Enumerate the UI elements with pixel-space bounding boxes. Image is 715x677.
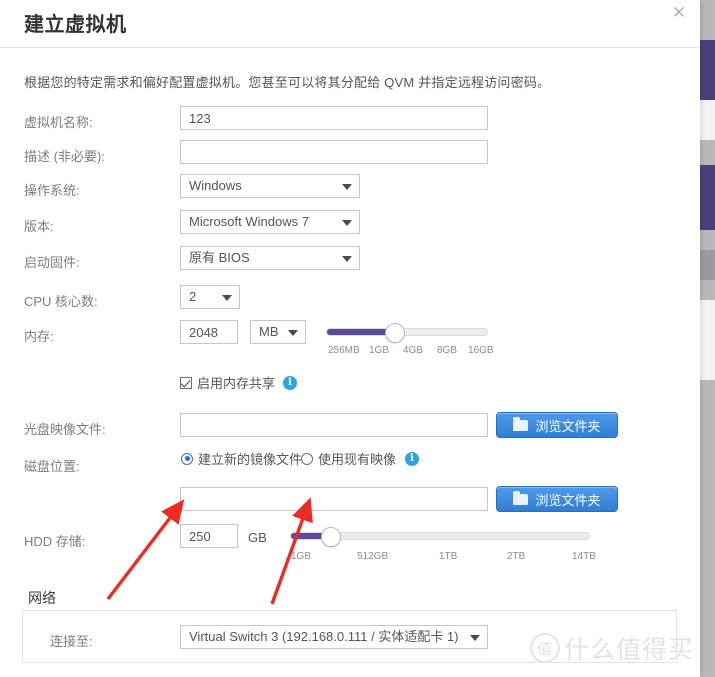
chevron-down-icon — [470, 635, 480, 641]
radio-new-image[interactable]: 建立新的镜像文件 — [181, 449, 302, 468]
version-label: 版本: — [24, 219, 54, 234]
hdd-tick-3: 2TB — [507, 551, 526, 562]
background-page-strip — [700, 0, 715, 677]
network-section-title: 网络 — [28, 590, 56, 606]
close-icon[interactable]: ✕ — [668, 2, 690, 24]
network-connect-select[interactable]: Virtual Switch 3 (192.168.0.111 / 实体适配卡 … — [180, 625, 488, 649]
radio-new-image-label: 建立新的镜像文件 — [198, 452, 303, 467]
memory-tick-1: 1GB — [369, 345, 390, 356]
create-vm-dialog: 建立虚拟机 ✕ 根据您的特定需求和偏好配置虚拟机。您甚至可以将其分配给 QVM … — [0, 0, 700, 677]
hdd-size-input[interactable] — [180, 524, 238, 548]
memory-input[interactable] — [180, 320, 238, 344]
memory-tick-0: 256MB — [328, 345, 360, 356]
hdd-slider[interactable] — [290, 527, 590, 547]
description-input[interactable] — [180, 140, 488, 164]
memory-share-label: 启用内存共享 — [197, 376, 276, 391]
version-select-value: Microsoft Windows 7 — [189, 214, 309, 229]
disk-location-label: 磁盘位置: — [24, 459, 80, 474]
watermark-text: 什么值得买 — [563, 636, 694, 664]
chevron-down-icon — [342, 256, 352, 262]
vm-name-input[interactable] — [180, 106, 488, 130]
hdd-tick-0: 1GB — [291, 551, 312, 562]
radio-existing-image[interactable]: 使用现有映像 i — [301, 449, 420, 468]
watermark-logo: 值 — [529, 633, 560, 663]
vm-name-label: 虚拟机名称: — [24, 115, 93, 130]
watermark: 值 什么值得买 — [529, 630, 694, 666]
firmware-select[interactable]: 原有 BIOS — [180, 246, 360, 270]
cd-image-browse-label: 浏览文件夹 — [535, 418, 601, 434]
radio-existing-image-label: 使用现有映像 — [318, 452, 397, 467]
chevron-down-icon — [288, 330, 298, 336]
cd-image-label: 光盘映像文件: — [24, 422, 106, 437]
memory-slider-knob[interactable] — [385, 323, 406, 343]
version-select[interactable]: Microsoft Windows 7 — [180, 210, 360, 234]
network-connect-value: Virtual Switch 3 (192.168.0.111 / 实体适配卡 … — [189, 629, 459, 644]
memory-tick-4: 16GB — [468, 345, 494, 356]
dialog-header: 建立虚拟机 ✕ — [0, 0, 700, 48]
chevron-down-icon — [342, 184, 352, 190]
folder-icon — [513, 490, 529, 505]
hdd-unit-label: GB — [248, 530, 267, 545]
hdd-tick-1: 512GB — [357, 551, 389, 562]
radio-icon-unselected — [301, 452, 313, 465]
folder-icon — [513, 416, 529, 431]
disk-path-browse-button[interactable]: 浏览文件夹 — [496, 486, 618, 512]
cd-image-browse-button[interactable]: 浏览文件夹 — [496, 412, 618, 438]
page-title: 建立虚拟机 — [24, 14, 127, 36]
memory-tick-3: 8GB — [437, 345, 458, 356]
hdd-tick-2: 1TB — [439, 551, 458, 562]
arrow-to-new-image-radio — [106, 499, 185, 601]
intro-text: 根据您的特定需求和偏好配置虚拟机。您甚至可以将其分配给 QVM 并指定远程访问密… — [24, 75, 551, 90]
disk-path-input[interactable] — [180, 487, 488, 511]
memory-label: 内存: — [24, 329, 54, 344]
hdd-slider-knob[interactable] — [320, 527, 341, 547]
memory-slider-fill — [327, 329, 395, 335]
hdd-tick-4: 14TB — [572, 551, 596, 562]
info-icon[interactable]: i — [283, 375, 298, 390]
cpu-cores-label: CPU 核心数: — [24, 294, 98, 309]
screen-root: 建立虚拟机 ✕ 根据您的特定需求和偏好配置虚拟机。您甚至可以将其分配给 QVM … — [0, 0, 715, 677]
cd-image-input[interactable] — [180, 413, 488, 437]
hdd-storage-label: HDD 存储: — [24, 534, 86, 549]
memory-share-checkbox[interactable]: 启用内存共享 i — [180, 373, 298, 392]
description-label: 描述 (非必要): — [24, 149, 105, 164]
radio-icon-selected — [181, 452, 193, 465]
memory-unit-select[interactable]: MB — [250, 320, 306, 344]
os-select[interactable]: Windows — [180, 174, 360, 198]
disk-path-browse-label: 浏览文件夹 — [535, 492, 601, 508]
memory-tick-2: 4GB — [403, 345, 424, 356]
firmware-label: 启动固件: — [24, 255, 80, 270]
chevron-down-icon — [342, 220, 352, 226]
cpu-cores-select[interactable]: 2 — [180, 285, 240, 309]
memory-unit-value: MB — [259, 324, 279, 339]
firmware-select-value: 原有 BIOS — [189, 250, 250, 265]
chevron-down-icon — [222, 295, 232, 301]
info-icon[interactable]: i — [405, 451, 420, 466]
memory-slider[interactable] — [326, 323, 488, 343]
checkbox-icon — [180, 376, 192, 389]
os-select-value: Windows — [189, 178, 242, 193]
network-connect-label: 连接至: — [50, 634, 93, 649]
cpu-cores-select-value: 2 — [189, 289, 197, 304]
os-label: 操作系统: — [24, 183, 80, 198]
dialog-body: 根据您的特定需求和偏好配置虚拟机。您甚至可以将其分配给 QVM 并指定远程访问密… — [0, 48, 700, 677]
